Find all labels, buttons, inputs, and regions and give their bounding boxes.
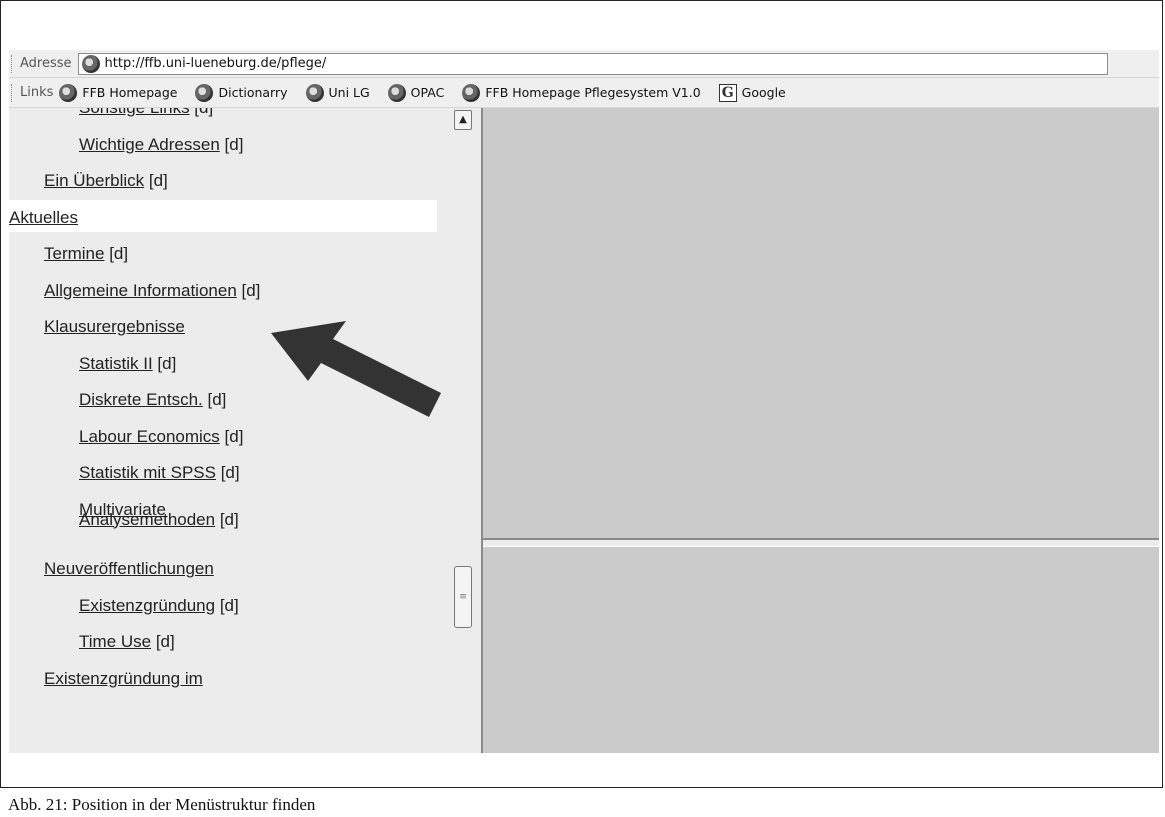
scroll-up-button[interactable]: ▲	[454, 110, 472, 130]
menu-item-link[interactable]: Sonstige Links	[79, 108, 190, 117]
menu-item-link[interactable]: Diskrete Entsch.	[79, 390, 203, 409]
links-toolbar: Links FFB Homepage Dictionarry Uni LG OP…	[9, 78, 1159, 108]
browser-screenshot: Adresse http://ffb.uni-lueneburg.de/pfle…	[9, 50, 1159, 753]
menu-item-link[interactable]: Existenzgründung	[79, 596, 215, 615]
menu-item-link[interactable]: Aktuelles	[9, 208, 78, 227]
menu-item-suffix: [d]	[202, 390, 227, 409]
toolbar-grip[interactable]	[11, 83, 15, 102]
links-label: Links	[20, 85, 54, 100]
link-label: FFB Homepage Pflegesystem V1.0	[485, 85, 701, 100]
menu-scrollbar[interactable]: ▲ ≡	[454, 108, 472, 753]
menu-item[interactable]: Termine [d]	[44, 243, 128, 264]
address-toolbar: Adresse http://ffb.uni-lueneburg.de/pfle…	[9, 50, 1159, 78]
menu-item-suffix: [d]	[215, 595, 239, 615]
menu-item[interactable]: Aktuelles	[9, 207, 78, 228]
menu-item[interactable]: Diskrete Entsch. [d]	[79, 389, 226, 410]
menu-item[interactable]: Time Use [d]	[79, 631, 175, 652]
ie-page-icon	[81, 54, 100, 73]
menu-item-suffix: [d]	[104, 244, 129, 263]
link-label: Uni LG	[328, 85, 370, 100]
link-label: Google	[741, 85, 786, 100]
content-frame-top	[483, 108, 1159, 540]
scroll-thumb[interactable]: ≡	[454, 566, 472, 628]
ie-icon	[462, 83, 481, 102]
menu-item-link[interactable]: Statistik II	[79, 354, 153, 373]
menu-item-link[interactable]: Analysemethoden	[79, 510, 215, 529]
figure-frame: Adresse http://ffb.uni-lueneburg.de/pfle…	[0, 0, 1163, 788]
link-opac[interactable]: OPAC	[387, 83, 445, 102]
menu-item-suffix: [d]	[236, 280, 261, 300]
menu-item-suffix: [d]	[215, 509, 239, 529]
menu-item[interactable]: Neuveröffentlichungen	[44, 558, 214, 579]
menu-item[interactable]: Ein Überblick [d]	[44, 170, 168, 191]
ie-icon	[387, 83, 406, 102]
link-ffb-homepage[interactable]: FFB Homepage	[59, 83, 178, 102]
ie-icon	[305, 83, 324, 102]
address-url[interactable]: http://ffb.uni-lueneburg.de/pflege/	[105, 56, 327, 71]
menu-item-link[interactable]: Termine	[44, 244, 104, 263]
menu-item[interactable]: Labour Economics [d]	[79, 426, 243, 447]
address-input[interactable]: http://ffb.uni-lueneburg.de/pflege/	[77, 52, 1108, 75]
menu-item-suffix: [d]	[151, 632, 175, 651]
menu-item-suffix: [d]	[215, 463, 240, 482]
menu-item[interactable]: Allgemeine Informationen [d]	[44, 280, 260, 301]
figure-caption: Abb. 21: Position in der Menüstruktur fi…	[8, 795, 316, 814]
link-dictionarry[interactable]: Dictionarry	[195, 83, 288, 102]
menu-item[interactable]: Statistik II [d]	[79, 353, 176, 374]
menu-item[interactable]: Klausurergebnisse	[44, 316, 185, 337]
ie-icon	[59, 83, 78, 102]
link-uni-lg[interactable]: Uni LG	[305, 83, 370, 102]
navigation-frame: Sonstige Links [d]Wichtige Adressen [d]E…	[9, 108, 483, 753]
link-google[interactable]: G Google	[718, 83, 786, 102]
menu-item-suffix: [d]	[190, 108, 213, 117]
menu-item[interactable]: Existenzgründung [d]	[79, 595, 239, 616]
menu-item[interactable]: Existenzgründung im	[44, 668, 203, 689]
menu-item-suffix: [d]	[152, 353, 177, 373]
menu-item-link[interactable]: Ein Überblick	[44, 171, 144, 190]
menu-item-link[interactable]: Wichtige Adressen	[79, 135, 220, 154]
content-frame-bottom	[483, 546, 1159, 753]
menu-item-suffix: [d]	[219, 134, 244, 154]
menu-item-link[interactable]: Labour Economics	[79, 427, 220, 446]
pointer-arrow-icon	[271, 321, 441, 417]
menu-item[interactable]: Sonstige Links [d]	[79, 108, 213, 118]
link-label: FFB Homepage	[82, 85, 178, 100]
menu-item-link[interactable]: Existenzgründung im	[44, 669, 203, 688]
menu-item-link[interactable]: Klausurergebnisse	[44, 317, 185, 336]
menu-item-link[interactable]: Time Use	[79, 632, 151, 651]
link-ffb-pflegesystem[interactable]: FFB Homepage Pflegesystem V1.0	[462, 83, 701, 102]
menu-item-link[interactable]: Allgemeine Informationen	[44, 281, 237, 300]
toolbar-grip[interactable]	[11, 54, 15, 73]
menu-item-suffix: [d]	[144, 171, 168, 190]
menu-item[interactable]: Statistik mit SPSS [d]	[79, 462, 240, 483]
link-label: OPAC	[410, 85, 445, 100]
menu-item[interactable]: Analysemethoden [d]	[79, 509, 239, 530]
menu-item-link[interactable]: Statistik mit SPSS	[79, 463, 216, 482]
menu-item[interactable]: Wichtige Adressen [d]	[79, 134, 243, 155]
menu-item-link[interactable]: Neuveröffentlichungen	[44, 559, 214, 578]
ie-icon	[195, 83, 214, 102]
google-icon: G	[718, 83, 737, 102]
link-label: Dictionarry	[218, 85, 288, 100]
address-label: Adresse	[20, 56, 72, 71]
menu-item-suffix: [d]	[219, 426, 244, 446]
